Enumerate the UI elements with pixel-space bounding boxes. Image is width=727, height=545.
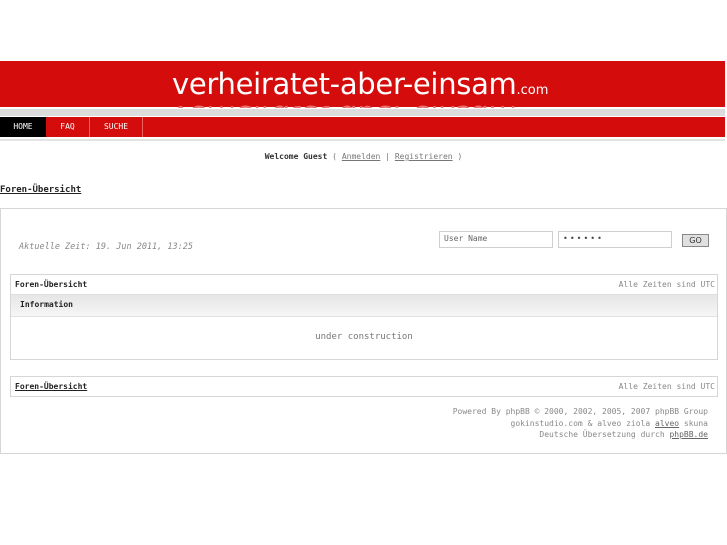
footer-credits: gokinstudio.com & alveo ziola alveo skun… [510,418,709,428]
info-message: under construction [315,332,413,342]
welcome-bar: Welcome Guest ( Anmelden | Registrieren … [0,152,727,161]
welcome-open-paren: ( [332,152,337,161]
timezone-note: Alle Zeiten sind UTC [618,280,715,289]
panel-header-bottom: Foren-Übersicht Alle Zeiten sind UTC [11,377,717,395]
password-input[interactable]: •••••• [558,231,672,248]
welcome-separator: | [385,152,390,161]
footer-translation: Deutsche Übersetzung durch phpBB.de [539,430,708,439]
nav-home[interactable]: HOME [0,117,46,137]
logo-tld: .com [516,83,549,98]
info-header: Information [11,294,717,317]
logo-reflection: verheiratet-aber-einsam [172,99,517,108]
current-time: Aktuelle Zeit: 19. Jun 2011, 13:25 [19,242,193,252]
welcome-close-paren: ) [457,152,463,161]
footer-phpbb-de-link[interactable]: phpBB.de [669,430,708,439]
username-input[interactable]: User Name [439,231,553,248]
main-nav: HOME FAQ SUCHE [0,117,725,137]
footer-alveo-link[interactable]: alveo [655,419,679,428]
panel-header: Foren-Übersicht Alle Zeiten sind UTC [11,275,717,293]
go-button[interactable]: GO [682,234,709,247]
timezone-note-bottom: Alle Zeiten sind UTC [618,382,715,391]
panel-title[interactable]: Foren-Übersicht [15,280,87,289]
main-content: Aktuelle Zeit: 19. Jun 2011, 13:25 User … [0,208,727,454]
register-link[interactable]: Registrieren [395,152,453,161]
welcome-text: Welcome Guest [264,152,328,161]
info-panel: Foren-Übersicht Alle Zeiten sind UTC Inf… [10,274,718,360]
footer: Powered By phpBB © 2000, 2002, 2005, 200… [453,406,708,441]
login-link[interactable]: Anmelden [342,152,381,161]
info-header-label: Information [20,300,73,309]
footer-powered-by: Powered By phpBB © 2000, 2002, 2005, 200… [452,407,708,416]
breadcrumb-forum-index[interactable]: Foren-Übersicht [0,185,81,195]
logo-text: verheiratet-aber-einsam [172,67,517,101]
bottom-forum-index-link[interactable]: Foren-Übersicht [15,382,87,391]
bottom-breadcrumb-panel: Foren-Übersicht Alle Zeiten sind UTC [10,376,718,397]
header-divider [0,109,725,116]
nav-suche[interactable]: SUCHE [90,117,143,137]
nav-divider [0,139,725,141]
nav-faq[interactable]: FAQ [46,117,90,137]
